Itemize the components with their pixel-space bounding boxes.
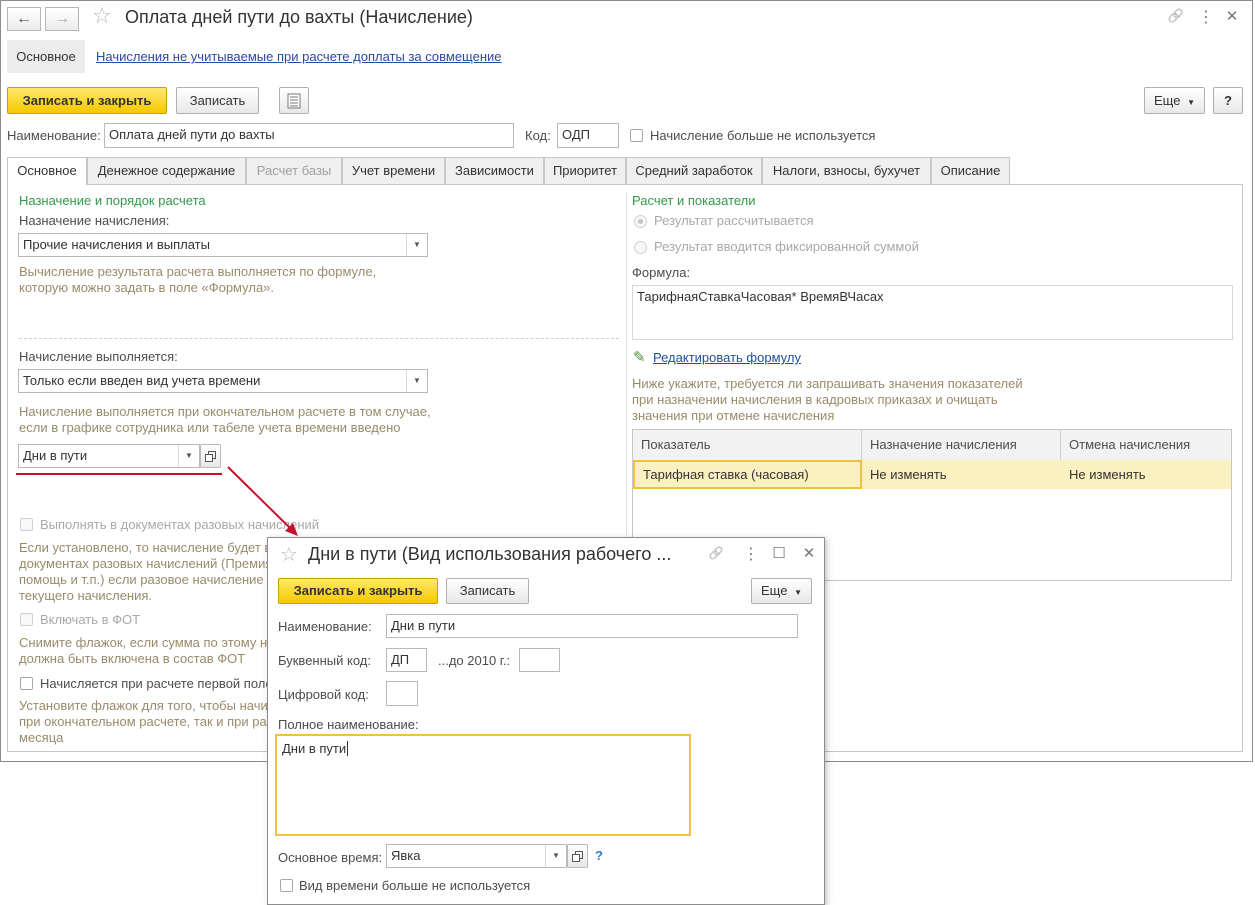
annotation-arrow [16, 466, 298, 536]
